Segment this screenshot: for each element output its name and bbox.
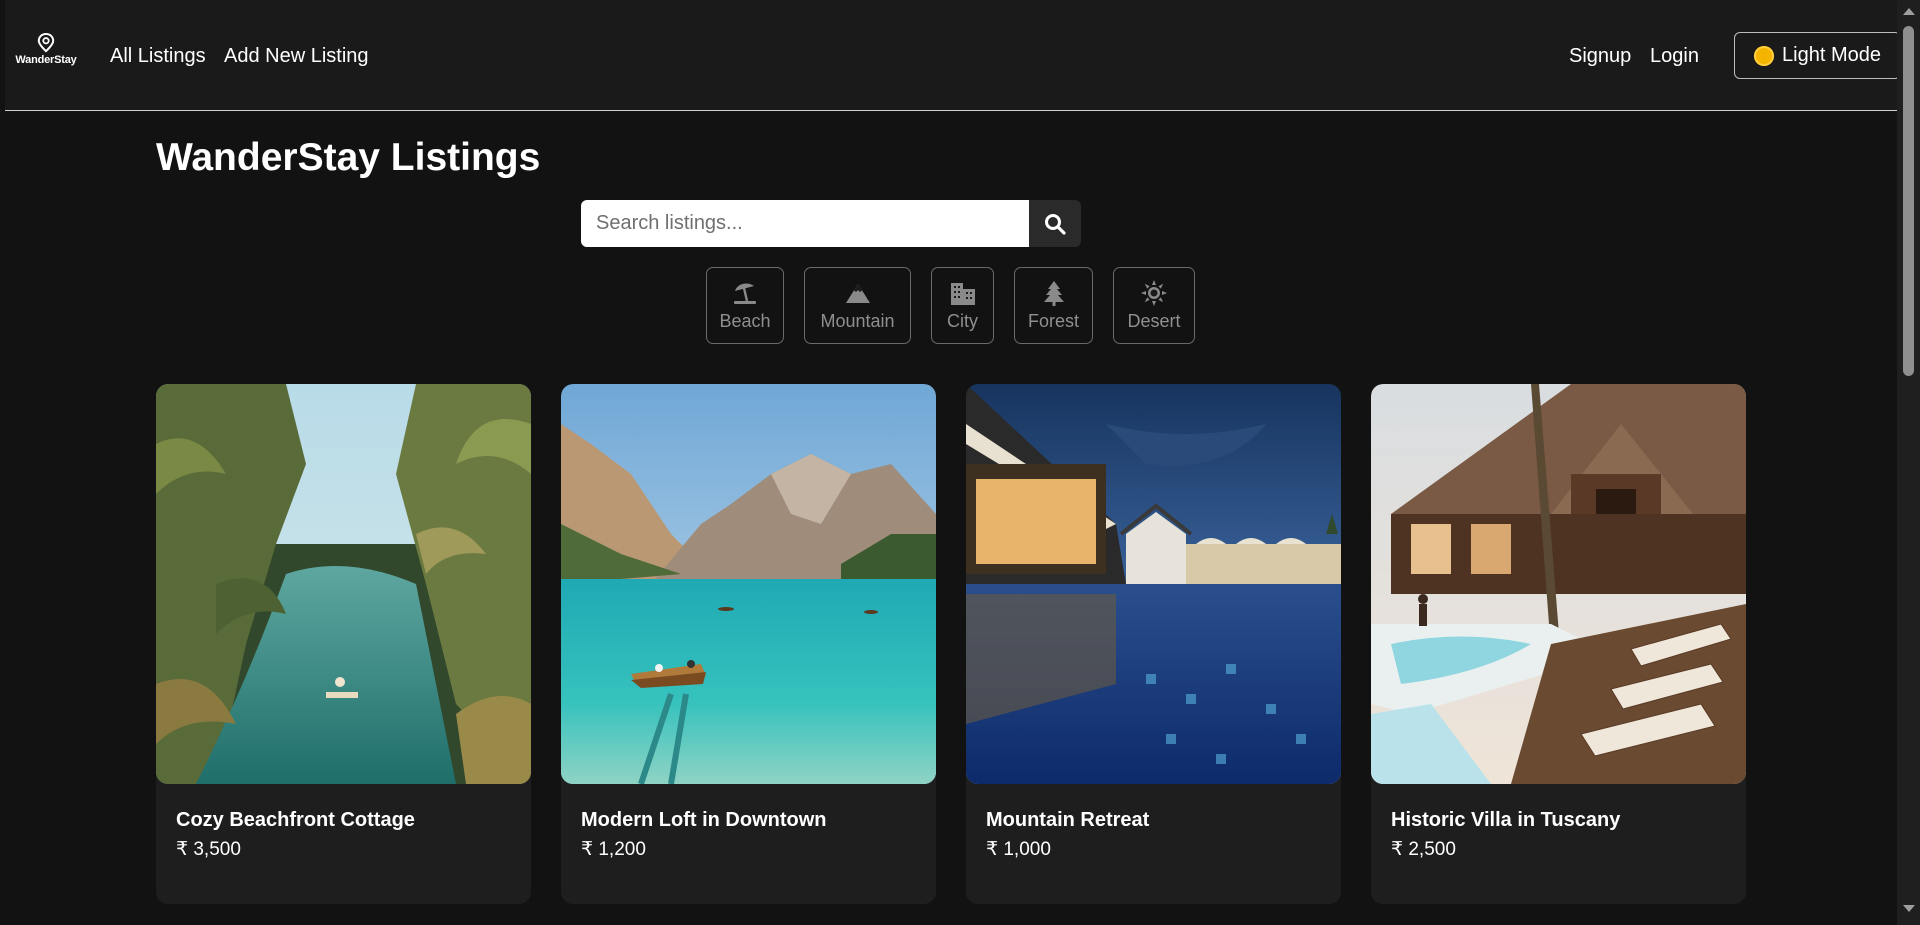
listing-image — [561, 384, 936, 784]
listing-image — [966, 384, 1341, 784]
brand-name: WanderStay — [15, 54, 77, 66]
nav-link-add-new-listing[interactable]: Add New Listing — [224, 44, 369, 68]
listing-price: ₹ 1,000 — [986, 839, 1051, 860]
tree-icon — [1043, 281, 1064, 306]
brand-logo[interactable]: WanderStay — [10, 33, 82, 73]
umbrella-beach-icon — [734, 283, 756, 304]
theme-toggle-label: Light Mode — [1782, 44, 1881, 66]
sun-icon — [1141, 280, 1167, 306]
filter-mountain[interactable]: Mountain — [804, 267, 911, 344]
page-title: WanderStay Listings — [156, 136, 541, 179]
listing-image — [1371, 384, 1746, 784]
filter-desert[interactable]: Desert — [1113, 267, 1195, 344]
scrollbar[interactable] — [1897, 0, 1920, 925]
search-button[interactable] — [1029, 200, 1081, 247]
nav-link-all-listings[interactable]: All Listings — [110, 44, 206, 68]
nav-link-signup[interactable]: Signup — [1569, 44, 1631, 68]
mountain-icon — [845, 284, 870, 303]
scrollbar-thumb[interactable] — [1903, 26, 1914, 376]
search-bar — [581, 200, 1081, 247]
filter-label: Desert — [1127, 311, 1181, 331]
sun-icon — [1754, 45, 1775, 66]
scroll-up-arrow-icon[interactable] — [1903, 8, 1915, 15]
listing-info: Historic Villa in Tuscany ₹ 2,500 — [1371, 784, 1746, 862]
listing-price: ₹ 1,200 — [581, 839, 646, 860]
city-icon — [950, 283, 975, 305]
listing-card-mountain-retreat[interactable]: Mountain Retreat ₹ 1,000 — [966, 384, 1341, 904]
listing-image — [156, 384, 531, 784]
listing-title: Mountain Retreat — [986, 809, 1150, 831]
filter-label: Forest — [1027, 311, 1079, 331]
app-viewport: WanderStay All Listings Add New Listing … — [0, 0, 1920, 925]
listing-title: Modern Loft in Downtown — [581, 809, 827, 831]
search-input[interactable] — [581, 200, 1029, 247]
search-icon — [1045, 213, 1066, 235]
nav-link-login[interactable]: Login — [1650, 44, 1699, 68]
filter-forest[interactable]: Forest — [1014, 267, 1093, 344]
theme-toggle-button[interactable]: Light Mode — [1734, 32, 1901, 79]
listing-price: ₹ 3,500 — [176, 839, 241, 860]
listing-price: ₹ 2,500 — [1391, 839, 1456, 860]
listing-info: Cozy Beachfront Cottage ₹ 3,500 — [156, 784, 531, 862]
filter-label: City — [947, 311, 978, 331]
listing-card-modern-loft-in-downtown[interactable]: Modern Loft in Downtown ₹ 1,200 — [561, 384, 936, 904]
listing-title: Cozy Beachfront Cottage — [176, 809, 415, 831]
listing-info: Mountain Retreat ₹ 1,000 — [966, 784, 1341, 862]
filter-city[interactable]: City — [931, 267, 994, 344]
listing-card-cozy-beachfront-cottage[interactable]: Cozy Beachfront Cottage ₹ 3,500 — [156, 384, 531, 904]
filter-beach[interactable]: Beach — [706, 267, 784, 344]
listing-title: Historic Villa in Tuscany — [1391, 809, 1621, 831]
filter-label: Mountain — [820, 311, 895, 331]
listing-info: Modern Loft in Downtown ₹ 1,200 — [561, 784, 936, 862]
listing-card-historic-villa-in-tuscany[interactable]: Historic Villa in Tuscany ₹ 2,500 — [1371, 384, 1746, 904]
navbar: WanderStay All Listings Add New Listing … — [5, 0, 1901, 111]
scroll-down-arrow-icon[interactable] — [1903, 905, 1915, 912]
location-pin-icon — [37, 33, 55, 53]
filter-label: Beach — [719, 311, 771, 331]
